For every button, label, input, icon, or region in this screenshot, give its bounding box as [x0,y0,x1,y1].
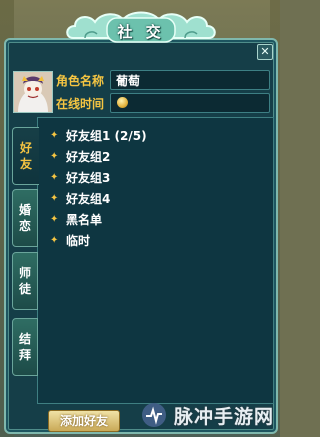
star-bullet-icon: ✦ [50,171,59,183]
tab-label: 恋 [18,219,31,233]
tab-mentorship[interactable]: 师 徒 [12,252,38,310]
tab-label: 拜 [18,348,31,362]
tab-label: 徒 [18,282,31,296]
star-bullet-icon: ✦ [50,129,59,141]
character-name-label: 角色名称 [56,74,105,88]
panel-title: 社 交 [117,23,165,41]
character-name-value: 葡萄 [116,74,141,88]
list-item-label: 黑名单 [66,212,103,227]
list-item-label: 好友组4 [66,191,111,206]
avatar [13,71,53,113]
watermark: 脉冲手游网 [140,398,274,432]
character-name-field: 葡萄 [110,70,270,90]
friend-group-2[interactable]: ✦ 好友组2 [50,147,110,165]
list-item-label: 好友组1 (2/5) [66,128,147,143]
close-button[interactable]: ✕ [257,44,273,60]
list-item-label: 好友组2 [66,149,111,164]
friend-group-3[interactable]: ✦ 好友组3 [50,168,110,186]
close-icon: ✕ [260,45,270,58]
tab-label: 好 [19,141,32,155]
temporary-group[interactable]: ✦ 临时 [50,231,90,249]
tab-label: 师 [18,266,31,280]
watermark-logo-icon [142,403,166,427]
watermark-text: 脉冲手游网 [174,405,275,428]
coin-icon [117,97,128,108]
tab-marriage[interactable]: 婚 恋 [12,189,38,247]
title-banner: 社 交 [63,8,219,52]
friend-group-4[interactable]: ✦ 好友组4 [50,189,110,207]
list-item-label: 临时 [66,233,91,248]
online-time-label: 在线时间 [56,97,105,111]
star-bullet-icon: ✦ [50,234,59,246]
blacklist-group[interactable]: ✦ 黑名单 [50,210,102,228]
tab-friends[interactable]: 好 友 [12,127,39,185]
tab-label: 友 [19,157,32,171]
tab-sworn-brothers[interactable]: 结 拜 [12,318,38,376]
online-time-field [110,93,270,113]
star-bullet-icon: ✦ [50,213,59,225]
list-item-label: 好友组3 [66,170,111,185]
tab-label: 结 [18,332,31,346]
tab-label: 婚 [18,203,31,217]
friend-group-1[interactable]: ✦ 好友组1 (2/5) [50,126,147,144]
character-portrait-icon [14,72,52,112]
add-friend-button[interactable]: 添加好友 [48,410,120,432]
star-bullet-icon: ✦ [50,150,59,162]
game-scene: 社 交 ✕ 角色名称 葡萄 在线时间 好 友 婚 恋 师 徒 结 拜 ✦ 好友组… [0,0,280,437]
star-bullet-icon: ✦ [50,192,59,204]
